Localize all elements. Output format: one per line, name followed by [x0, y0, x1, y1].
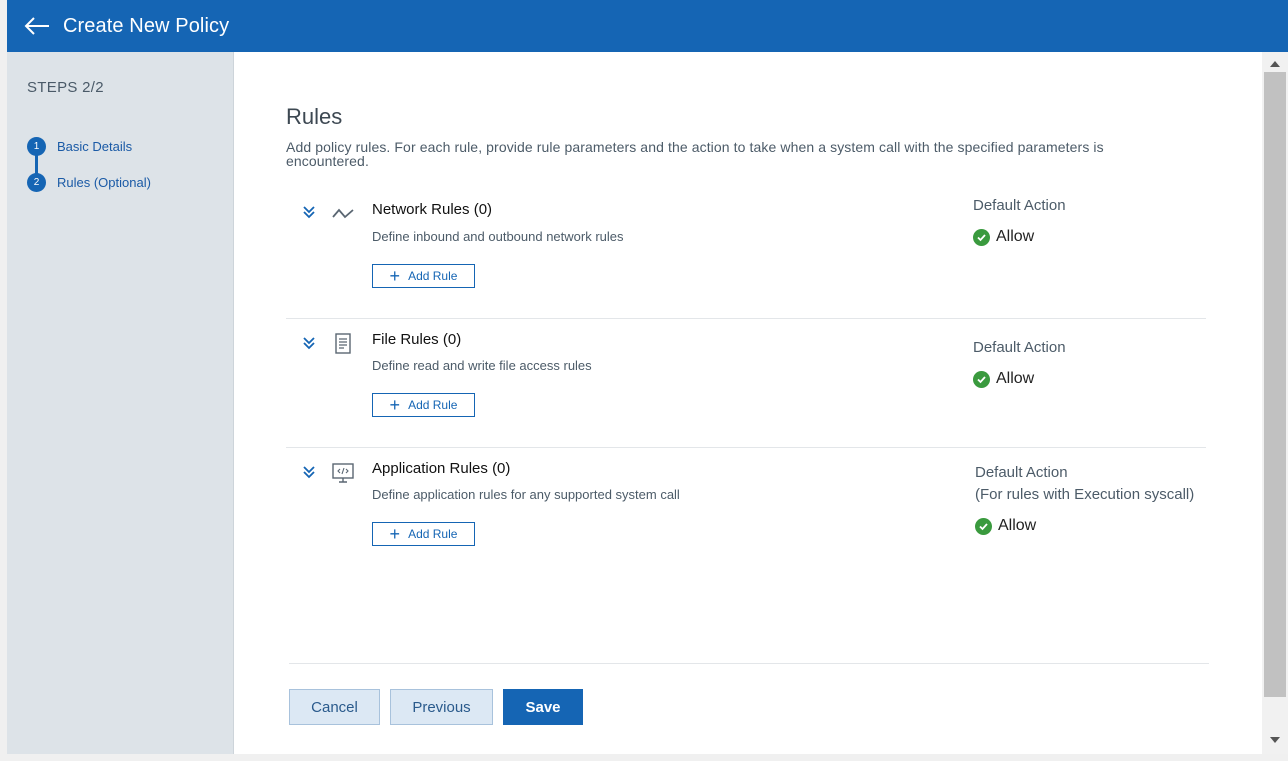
arrow-left-icon: [24, 17, 49, 35]
main-content: Rules Add policy rules. For each rule, p…: [235, 52, 1262, 754]
steps-counter: STEPS 2/2: [27, 79, 104, 96]
application-rules-section: Application Rules (0) Define application…: [286, 449, 1206, 589]
default-action-value: Allow: [973, 370, 1034, 388]
add-rule-label: Add Rule: [408, 269, 458, 283]
page-description: Add policy rules. For each rule, provide…: [286, 139, 1104, 169]
chevron-double-down-icon[interactable]: [302, 465, 316, 479]
default-action-value: Allow: [975, 517, 1036, 535]
network-icon: [332, 208, 354, 219]
rule-description: Define inbound and outbound network rule…: [372, 229, 624, 244]
save-button[interactable]: Save: [503, 689, 583, 725]
check-circle-icon: [975, 517, 992, 535]
add-rule-label: Add Rule: [408, 527, 458, 541]
scroll-up-arrow-icon[interactable]: [1262, 55, 1288, 73]
step-label: Rules (Optional): [57, 175, 151, 190]
step-number: 1: [27, 137, 46, 156]
header-bar: Create New Policy: [7, 0, 1288, 52]
application-icon: [332, 463, 354, 483]
action-label: Allow: [996, 228, 1035, 245]
vertical-scrollbar[interactable]: [1262, 52, 1288, 754]
add-network-rule-button[interactable]: + Add Rule: [372, 264, 475, 288]
network-rules-section: Network Rules (0) Define inbound and out…: [286, 192, 1206, 319]
default-action-value: Allow: [973, 228, 1034, 246]
plus-icon: +: [389, 524, 401, 544]
step-rules[interactable]: 2 Rules (Optional): [27, 173, 151, 192]
rule-title: File Rules (0): [372, 331, 462, 348]
page-header-title: Create New Policy: [63, 14, 230, 37]
previous-button[interactable]: Previous: [390, 689, 493, 725]
cancel-button[interactable]: Cancel: [289, 689, 380, 725]
plus-icon: +: [389, 266, 401, 286]
steps-sidebar: STEPS 2/2 1 Basic Details 2 Rules (Optio…: [7, 52, 234, 754]
rule-title: Application Rules (0): [372, 460, 511, 477]
action-label: Allow: [998, 517, 1037, 534]
default-action-sublabel: (For rules with Execution syscall): [975, 486, 1195, 503]
file-rules-section: File Rules (0) Define read and write fil…: [286, 320, 1206, 448]
chevron-double-down-icon[interactable]: [302, 336, 316, 350]
scroll-down-arrow-icon[interactable]: [1262, 731, 1288, 749]
window-edge: [0, 754, 1288, 761]
add-file-rule-button[interactable]: + Add Rule: [372, 393, 475, 417]
step-basic-details[interactable]: 1 Basic Details: [27, 137, 132, 156]
scrollbar-thumb[interactable]: [1264, 72, 1286, 697]
rule-description: Define application rules for any support…: [372, 487, 680, 502]
file-icon: [335, 333, 351, 354]
add-rule-label: Add Rule: [408, 398, 458, 412]
back-button[interactable]: [23, 12, 51, 40]
default-action-label: Default Action: [975, 464, 1068, 481]
chevron-double-down-icon[interactable]: [302, 205, 316, 219]
step-label: Basic Details: [57, 139, 133, 154]
step-number: 2: [27, 173, 46, 192]
footer-divider: [289, 663, 1209, 664]
check-circle-icon: [973, 228, 990, 246]
page-title: Rules: [286, 104, 343, 129]
plus-icon: +: [389, 395, 401, 415]
default-action-label: Default Action: [973, 339, 1066, 356]
default-action-label: Default Action: [973, 197, 1066, 214]
check-circle-icon: [973, 370, 990, 388]
rule-title: Network Rules (0): [372, 201, 493, 218]
add-application-rule-button[interactable]: + Add Rule: [372, 522, 475, 546]
rule-description: Define read and write file access rules: [372, 358, 592, 373]
window-edge: [0, 0, 7, 761]
action-label: Allow: [996, 370, 1035, 387]
